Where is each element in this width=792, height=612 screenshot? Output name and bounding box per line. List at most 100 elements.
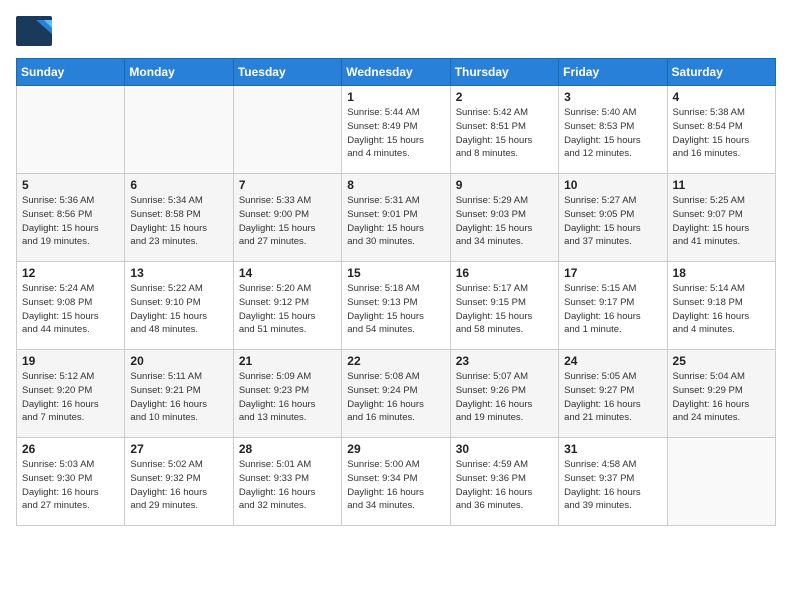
day-number: 28	[239, 442, 336, 456]
day-info: Sunrise: 5:08 AM Sunset: 9:24 PM Dayligh…	[347, 370, 444, 425]
day-number: 31	[564, 442, 661, 456]
day-cell: 29 Sunrise: 5:00 AM Sunset: 9:34 PM Dayli…	[342, 438, 450, 526]
day-cell: 28 Sunrise: 5:01 AM Sunset: 9:33 PM Dayli…	[233, 438, 341, 526]
day-cell: 23 Sunrise: 5:07 AM Sunset: 9:26 PM Dayli…	[450, 350, 558, 438]
day-info: Sunrise: 5:29 AM Sunset: 9:03 PM Dayligh…	[456, 194, 553, 249]
day-number: 8	[347, 178, 444, 192]
day-info: Sunrise: 5:27 AM Sunset: 9:05 PM Dayligh…	[564, 194, 661, 249]
day-number: 27	[130, 442, 227, 456]
day-number: 10	[564, 178, 661, 192]
day-info: Sunrise: 5:11 AM Sunset: 9:21 PM Dayligh…	[130, 370, 227, 425]
day-info: Sunrise: 5:01 AM Sunset: 9:33 PM Dayligh…	[239, 458, 336, 513]
day-info: Sunrise: 5:07 AM Sunset: 9:26 PM Dayligh…	[456, 370, 553, 425]
day-info: Sunrise: 5:04 AM Sunset: 9:29 PM Dayligh…	[673, 370, 770, 425]
day-cell: 13 Sunrise: 5:22 AM Sunset: 9:10 PM Dayli…	[125, 262, 233, 350]
day-cell: 2 Sunrise: 5:42 AM Sunset: 8:51 PM Daylig…	[450, 86, 558, 174]
day-info: Sunrise: 5:00 AM Sunset: 9:34 PM Dayligh…	[347, 458, 444, 513]
day-cell: 10 Sunrise: 5:27 AM Sunset: 9:05 PM Dayli…	[559, 174, 667, 262]
day-number: 20	[130, 354, 227, 368]
day-number: 9	[456, 178, 553, 192]
day-info: Sunrise: 5:38 AM Sunset: 8:54 PM Dayligh…	[673, 106, 770, 161]
day-info: Sunrise: 5:20 AM Sunset: 9:12 PM Dayligh…	[239, 282, 336, 337]
day-number: 30	[456, 442, 553, 456]
day-cell: 3 Sunrise: 5:40 AM Sunset: 8:53 PM Daylig…	[559, 86, 667, 174]
day-cell: 26 Sunrise: 5:03 AM Sunset: 9:30 PM Dayli…	[17, 438, 125, 526]
day-number: 11	[673, 178, 770, 192]
header-row: SundayMondayTuesdayWednesdayThursdayFrid…	[17, 59, 776, 86]
day-cell: 18Sunrise: 5:14 AM Sunset: 9:18 PM Dayli…	[667, 262, 775, 350]
day-number: 2	[456, 90, 553, 104]
day-info: Sunrise: 5:09 AM Sunset: 9:23 PM Dayligh…	[239, 370, 336, 425]
day-info: Sunrise: 5:36 AM Sunset: 8:56 PM Dayligh…	[22, 194, 119, 249]
day-number: 13	[130, 266, 227, 280]
day-info: Sunrise: 5:25 AM Sunset: 9:07 PM Dayligh…	[673, 194, 770, 249]
day-cell: 19Sunrise: 5:12 AM Sunset: 9:20 PM Dayli…	[17, 350, 125, 438]
calendar-header: SundayMondayTuesdayWednesdayThursdayFrid…	[17, 59, 776, 86]
page-header	[16, 16, 776, 46]
day-number: 24	[564, 354, 661, 368]
day-cell: 11 Sunrise: 5:25 AM Sunset: 9:07 PM Dayli…	[667, 174, 775, 262]
day-cell: 9 Sunrise: 5:29 AM Sunset: 9:03 PM Daylig…	[450, 174, 558, 262]
day-number: 22	[347, 354, 444, 368]
day-info: Sunrise: 5:18 AM Sunset: 9:13 PM Dayligh…	[347, 282, 444, 337]
day-info: Sunrise: 5:15 AM Sunset: 9:17 PM Dayligh…	[564, 282, 661, 337]
day-cell: 31 Sunrise: 4:58 AM Sunset: 9:37 PM Dayli…	[559, 438, 667, 526]
day-number: 3	[564, 90, 661, 104]
day-cell: 24Sunrise: 5:05 AM Sunset: 9:27 PM Dayli…	[559, 350, 667, 438]
day-cell: 15 Sunrise: 5:18 AM Sunset: 9:13 PM Dayli…	[342, 262, 450, 350]
day-info: Sunrise: 4:59 AM Sunset: 9:36 PM Dayligh…	[456, 458, 553, 513]
day-cell	[17, 86, 125, 174]
day-info: Sunrise: 5:12 AM Sunset: 9:20 PM Dayligh…	[22, 370, 119, 425]
day-cell: 27 Sunrise: 5:02 AM Sunset: 9:32 PM Dayli…	[125, 438, 233, 526]
calendar-table: SundayMondayTuesdayWednesdayThursdayFrid…	[16, 58, 776, 526]
day-number: 6	[130, 178, 227, 192]
day-cell: 14Sunrise: 5:20 AM Sunset: 9:12 PM Dayli…	[233, 262, 341, 350]
header-cell-sunday: Sunday	[17, 59, 125, 86]
day-cell	[233, 86, 341, 174]
day-number: 15	[347, 266, 444, 280]
day-info: Sunrise: 5:22 AM Sunset: 9:10 PM Dayligh…	[130, 282, 227, 337]
day-info: Sunrise: 5:24 AM Sunset: 9:08 PM Dayligh…	[22, 282, 119, 337]
day-cell	[667, 438, 775, 526]
day-cell	[125, 86, 233, 174]
header-cell-monday: Monday	[125, 59, 233, 86]
day-info: Sunrise: 5:02 AM Sunset: 9:32 PM Dayligh…	[130, 458, 227, 513]
day-cell: 12 Sunrise: 5:24 AM Sunset: 9:08 PM Dayli…	[17, 262, 125, 350]
day-number: 17	[564, 266, 661, 280]
header-cell-thursday: Thursday	[450, 59, 558, 86]
week-row-4: 19Sunrise: 5:12 AM Sunset: 9:20 PM Dayli…	[17, 350, 776, 438]
day-info: Sunrise: 5:44 AM Sunset: 8:49 PM Dayligh…	[347, 106, 444, 161]
day-number: 4	[673, 90, 770, 104]
header-cell-friday: Friday	[559, 59, 667, 86]
day-cell: 17 Sunrise: 5:15 AM Sunset: 9:17 PM Dayli…	[559, 262, 667, 350]
day-info: Sunrise: 5:17 AM Sunset: 9:15 PM Dayligh…	[456, 282, 553, 337]
day-cell: 6Sunrise: 5:34 AM Sunset: 8:58 PM Daylig…	[125, 174, 233, 262]
day-number: 29	[347, 442, 444, 456]
day-info: Sunrise: 5:33 AM Sunset: 9:00 PM Dayligh…	[239, 194, 336, 249]
day-number: 23	[456, 354, 553, 368]
day-cell: 21Sunrise: 5:09 AM Sunset: 9:23 PM Dayli…	[233, 350, 341, 438]
week-row-3: 12 Sunrise: 5:24 AM Sunset: 9:08 PM Dayli…	[17, 262, 776, 350]
day-info: Sunrise: 4:58 AM Sunset: 9:37 PM Dayligh…	[564, 458, 661, 513]
day-number: 7	[239, 178, 336, 192]
header-cell-saturday: Saturday	[667, 59, 775, 86]
day-info: Sunrise: 5:03 AM Sunset: 9:30 PM Dayligh…	[22, 458, 119, 513]
day-cell: 16 Sunrise: 5:17 AM Sunset: 9:15 PM Dayli…	[450, 262, 558, 350]
day-cell: 5Sunrise: 5:36 AM Sunset: 8:56 PM Daylig…	[17, 174, 125, 262]
day-cell: 4 Sunrise: 5:38 AM Sunset: 8:54 PM Daylig…	[667, 86, 775, 174]
day-number: 1	[347, 90, 444, 104]
day-number: 16	[456, 266, 553, 280]
header-cell-wednesday: Wednesday	[342, 59, 450, 86]
day-cell: 7 Sunrise: 5:33 AM Sunset: 9:00 PM Daylig…	[233, 174, 341, 262]
day-cell: 22 Sunrise: 5:08 AM Sunset: 9:24 PM Dayli…	[342, 350, 450, 438]
day-info: Sunrise: 5:31 AM Sunset: 9:01 PM Dayligh…	[347, 194, 444, 249]
day-number: 26	[22, 442, 119, 456]
day-cell: 8 Sunrise: 5:31 AM Sunset: 9:01 PM Daylig…	[342, 174, 450, 262]
day-info: Sunrise: 5:14 AM Sunset: 9:18 PM Dayligh…	[673, 282, 770, 337]
day-info: Sunrise: 5:42 AM Sunset: 8:51 PM Dayligh…	[456, 106, 553, 161]
day-cell: 20 Sunrise: 5:11 AM Sunset: 9:21 PM Dayli…	[125, 350, 233, 438]
day-number: 25	[673, 354, 770, 368]
day-number: 12	[22, 266, 119, 280]
day-info: Sunrise: 5:40 AM Sunset: 8:53 PM Dayligh…	[564, 106, 661, 161]
week-row-1: 1 Sunrise: 5:44 AM Sunset: 8:49 PM Daylig…	[17, 86, 776, 174]
